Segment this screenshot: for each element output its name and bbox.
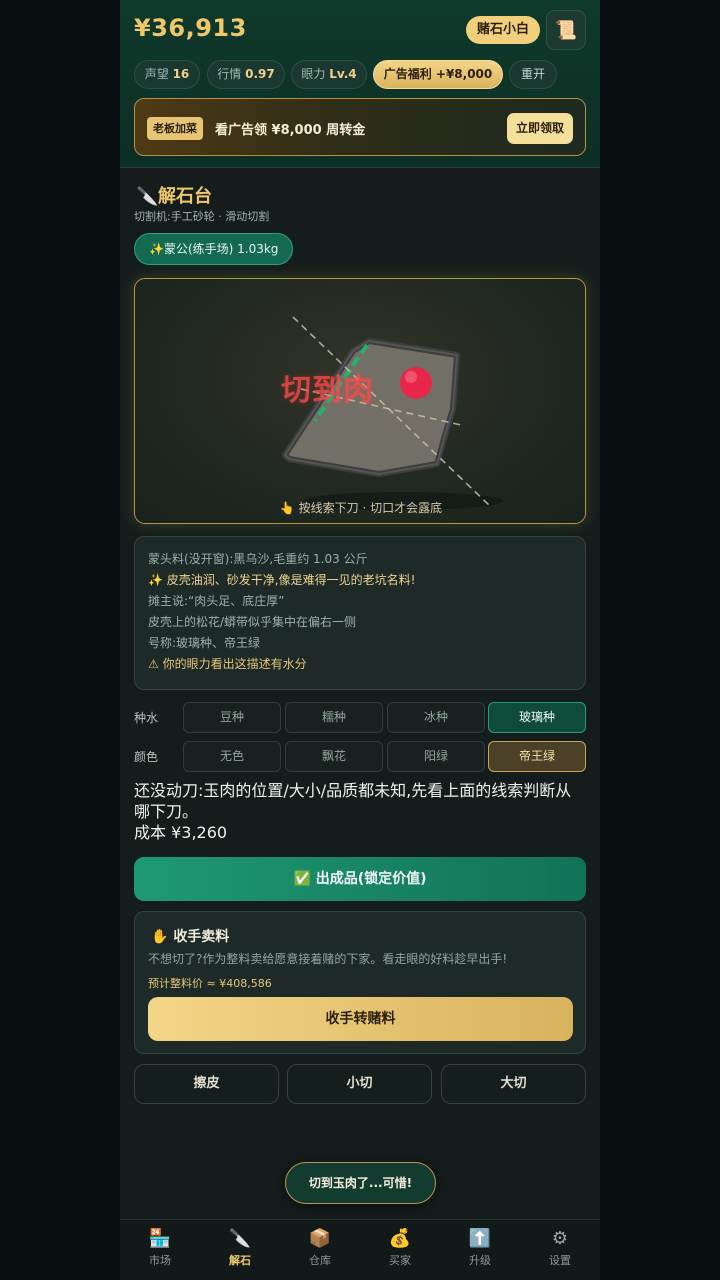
- section-title-text: 解石台: [158, 186, 212, 207]
- ad-bonus-chip[interactable]: 广告福利 +¥8,000: [373, 60, 503, 89]
- color-label: 颜色: [134, 750, 159, 764]
- desc-line: 皮壳上的松花/蟒带似乎集中在偏右一侧: [148, 615, 357, 629]
- stat-reputation: 声望 16: [134, 60, 200, 89]
- player-title-badge[interactable]: 赌石小白: [466, 16, 541, 44]
- knife-icon: 🔪: [228, 1228, 252, 1249]
- knife-icon: 🔪: [136, 186, 159, 207]
- tab-market[interactable]: 🏪 市场: [120, 1220, 200, 1280]
- kind-option-bean[interactable]: 豆种: [183, 702, 281, 733]
- tab-label: 仓库: [309, 1254, 331, 1267]
- kind-option-ice[interactable]: 冰种: [387, 702, 485, 733]
- status-text: 还没动刀:玉肉的位置/大小/品质都未知,先看上面的线索判断从哪下刀。: [134, 781, 572, 821]
- section-title: 🔪解石台: [136, 182, 212, 208]
- cost-text: 成本 ¥3,260: [134, 823, 228, 842]
- sell-button[interactable]: 收手转赌料: [148, 997, 573, 1041]
- color-option-floating[interactable]: 飘花: [285, 741, 383, 772]
- sell-title: ✋ 收手卖料: [151, 926, 229, 946]
- top-header: ¥36,913 赌石小白 📜 声望 16 行情 0.97 眼力 Lv.4 广告福…: [120, 0, 600, 168]
- hand-icon: ✋: [151, 929, 169, 945]
- desc-line: 摊主说:“肉头足、底庄厚”: [148, 594, 285, 608]
- stage-hint: 👆 按线索下刀 · 切口才会露底: [279, 501, 443, 515]
- stats-row: 声望 16 行情 0.97 眼力 Lv.4 广告福利 +¥8,000 重开: [134, 60, 594, 89]
- stat-label: 眼力: [301, 67, 326, 81]
- shop-icon: 🏪: [148, 1228, 172, 1249]
- bottom-tab-bar: 🏪 市场 🔪 解石 📦 仓库 💰 买家 ⬆️ 升级 ⚙ 设置: [120, 1219, 600, 1280]
- kind-label: 种水: [134, 711, 159, 725]
- desc-warning: ⚠ 你的眼力看出这描述有水分: [148, 657, 307, 671]
- tab-label: 买家: [389, 1254, 411, 1267]
- sell-estimate: 预计整料价 ≈ ¥408,586: [148, 977, 272, 990]
- status-panel: 还没动刀:玉肉的位置/大小/品质都未知,先看上面的线索判断从哪下刀。 成本 ¥3…: [134, 780, 586, 843]
- tab-label: 升级: [469, 1254, 491, 1267]
- jade-highlight: [405, 371, 417, 383]
- kind-options-row: 种水 豆种 糯种 冰种 玻璃种: [134, 702, 586, 734]
- app-screen: ¥36,913 赌石小白 📜 声望 16 行情 0.97 眼力 Lv.4 广告福…: [120, 0, 600, 1280]
- color-option-imperial-green[interactable]: 帝王绿: [488, 741, 586, 772]
- lock-value-button[interactable]: ✅ 出成品(锁定价值): [134, 857, 586, 901]
- money-balance: ¥36,913: [134, 14, 247, 42]
- kind-option-glass[interactable]: 玻璃种: [488, 702, 586, 733]
- stat-market: 行情 0.97: [207, 60, 285, 89]
- stat-value: 0.97: [245, 67, 275, 81]
- small-cut-button[interactable]: 小切: [287, 1064, 432, 1104]
- box-icon: 📦: [308, 1228, 332, 1249]
- desc-line: ✨ 皮壳油润、砂发干净,像是难得一见的老坑名料!: [148, 573, 416, 587]
- scroll-icon[interactable]: 📜: [546, 10, 586, 50]
- reset-button[interactable]: 重开: [509, 60, 557, 89]
- scrape-button[interactable]: 擦皮: [134, 1064, 279, 1104]
- ad-banner: 老板加菜 看广告领 ¥8,000 周转金 立即领取: [134, 98, 586, 156]
- stat-value: 16: [172, 67, 190, 81]
- tab-label: 市场: [149, 1254, 171, 1267]
- kind-option-glutinous[interactable]: 糯种: [285, 702, 383, 733]
- stat-label: 声望: [144, 67, 169, 81]
- sell-title-text: 收手卖料: [173, 929, 230, 945]
- tab-buyers[interactable]: 💰 买家: [360, 1220, 440, 1280]
- stone-chip[interactable]: ✨蒙公(练手场) 1.03kg: [134, 233, 294, 265]
- cut-result-text: 切到肉: [281, 373, 374, 408]
- cutting-stage[interactable]: 切到肉 👆 按线索下刀 · 切口才会露底: [134, 278, 586, 524]
- claim-button[interactable]: 立即领取: [507, 113, 573, 144]
- stat-value: Lv.4: [329, 67, 357, 81]
- sell-card: ✋ 收手卖料 不想切了?作为整料卖给愿意接着赌的下家。看走眼的好料趁早出手! 预…: [134, 911, 586, 1054]
- stat-eye-level: 眼力 Lv.4: [291, 60, 367, 89]
- tab-cut-stone[interactable]: 🔪 解石: [200, 1220, 280, 1280]
- color-option-none[interactable]: 无色: [183, 741, 281, 772]
- big-cut-button[interactable]: 大切: [441, 1064, 586, 1104]
- banner-tag: 老板加菜: [147, 117, 203, 140]
- color-options-row: 颜色 无色 飘花 阳绿 帝王绿: [134, 741, 586, 773]
- sell-description: 不想切了?作为整料卖给愿意接着赌的下家。看走眼的好料趁早出手!: [148, 952, 508, 966]
- jade-spot: [400, 367, 432, 399]
- section-subtitle: 切割机:手工砂轮 · 滑动切割: [134, 210, 270, 223]
- stone-description: 蒙头料(没开窗):黑乌沙,毛重约 1.03 公斤 ✨ 皮壳油润、砂发干净,像是难…: [134, 536, 586, 690]
- desc-line: 蒙头料(没开窗):黑乌沙,毛重约 1.03 公斤: [148, 552, 368, 566]
- money-bag-icon: 💰: [388, 1228, 412, 1249]
- tab-label: 设置: [549, 1254, 571, 1267]
- tab-upgrade[interactable]: ⬆️ 升级: [440, 1220, 520, 1280]
- gear-icon: ⚙: [551, 1228, 569, 1249]
- banner-text: 看广告领 ¥8,000 周转金: [215, 123, 366, 138]
- arrow-up-icon: ⬆️: [468, 1228, 492, 1249]
- tab-settings[interactable]: ⚙ 设置: [520, 1220, 600, 1280]
- toast-message: 切到玉肉了...可惜!: [285, 1162, 436, 1204]
- tab-warehouse[interactable]: 📦 仓库: [280, 1220, 360, 1280]
- desc-line: 号称:玻璃种、帝王绿: [148, 636, 261, 650]
- color-option-yang-green[interactable]: 阳绿: [387, 741, 485, 772]
- tab-label: 解石: [229, 1254, 251, 1267]
- stat-label: 行情: [217, 67, 242, 81]
